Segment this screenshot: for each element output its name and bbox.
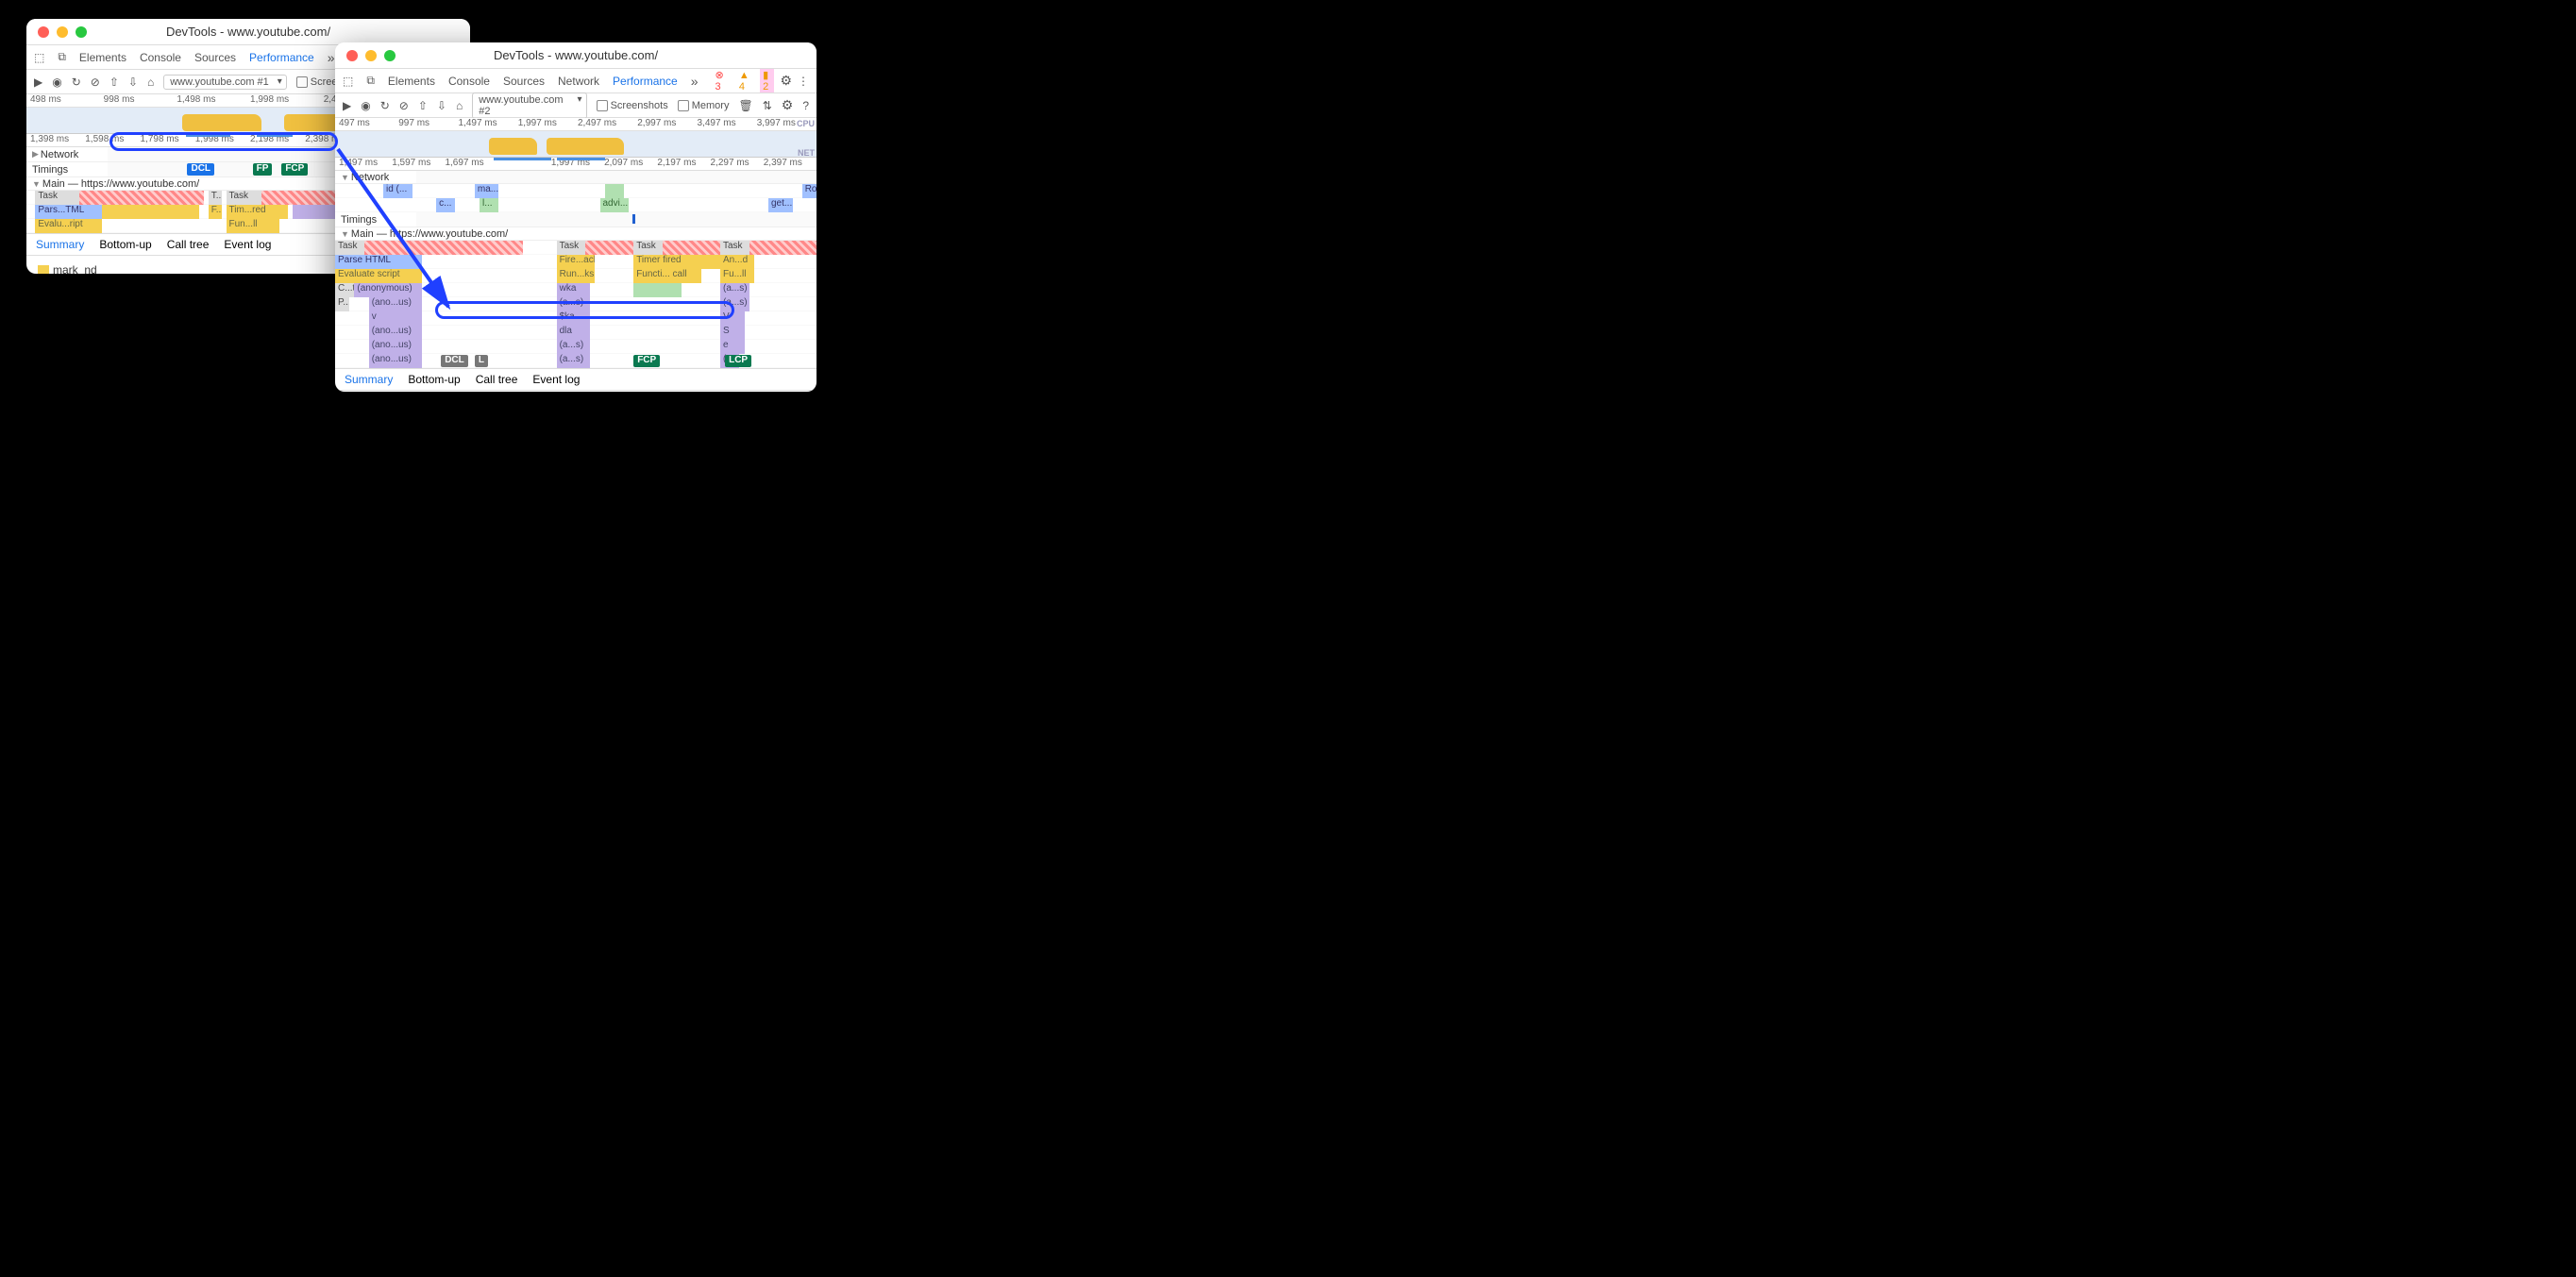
home-icon[interactable]: ⌂ [147,76,154,89]
tab-network[interactable]: Network [558,75,599,88]
flame-row-6[interactable]: (ano...us) dla S [335,326,817,340]
overview-ruler: 497 ms997 ms1,497 ms1,997 ms2,497 ms2,99… [335,118,817,131]
tab-sources[interactable]: Sources [194,51,236,64]
traffic-lights [38,26,87,38]
kebab-icon[interactable]: ⋮ [798,75,809,88]
recording-selector[interactable]: www.youtube.com #2 [472,92,586,119]
network-track-header[interactable]: ▼Network [335,171,817,184]
gc-icon[interactable]: 🗑 [738,99,752,112]
traffic-lights [346,50,396,61]
clear-icon[interactable]: ⊘ [91,76,100,89]
perf-toolbar: ▶ ◉ ↻ ⊘ ⇧ ⇩ ⌂ www.youtube.com #2 Screens… [335,93,817,118]
fp-marker[interactable]: FP [253,163,273,176]
help-icon[interactable]: ? [802,99,809,112]
flame-row-7[interactable]: (ano...us) (a...s) e [335,340,817,354]
tab-console[interactable]: Console [140,51,181,64]
flame-row-1[interactable]: Parse HTML Fire...ack Timer fired An...d [335,255,817,269]
net-label: NET [798,148,815,158]
tab-sources[interactable]: Sources [503,75,545,88]
upload-icon[interactable]: ⇧ [109,76,119,89]
recording-selector[interactable]: www.youtube.com #1 [163,75,287,90]
devtools-tabs: ⬚ ⧉ Elements Console Sources Network Per… [335,69,817,93]
tab-eventlog[interactable]: Event log [224,238,271,251]
clear-icon[interactable]: ⊘ [399,99,409,112]
fcp-marker[interactable]: FCP [281,163,308,176]
dcl-marker[interactable]: DCL [441,355,468,367]
network-row-2[interactable]: c... l... advi... get... [335,198,817,212]
issues-badge[interactable]: ▮ 2 [760,69,774,92]
flame-row-2[interactable]: Evaluate script Run...ks Functi... call … [335,269,817,283]
window-title: DevTools - www.youtube.com/ [494,48,658,62]
window-title: DevTools - www.youtube.com/ [166,25,330,39]
titlebar[interactable]: DevTools - www.youtube.com/ [26,19,470,45]
main-track-header[interactable]: ▼Main — https://www.youtube.com/ [335,227,817,241]
minimize-icon[interactable] [365,50,377,61]
warning-badge[interactable]: ▲ 4 [735,70,754,92]
overview-minimap[interactable]: NET [335,131,817,158]
shortcuts-icon[interactable]: ⇅ [763,99,772,112]
download-icon[interactable]: ⇩ [437,99,446,112]
tab-summary[interactable]: Summary [36,238,84,251]
fcp-marker[interactable]: FCP [633,355,660,367]
timings-track[interactable]: Timings [335,212,817,227]
devtools-window-2: DevTools - www.youtube.com/ ⬚ ⧉ Elements… [335,42,817,392]
device-icon[interactable]: ⧉ [58,50,66,64]
titlebar[interactable]: DevTools - www.youtube.com/ [335,42,817,69]
tab-eventlog[interactable]: Event log [532,373,580,386]
more-tabs-icon[interactable]: » [691,74,699,89]
error-badge[interactable]: ⊗ 3 [712,69,730,92]
record-icon[interactable]: ◉ [52,76,61,89]
tab-console[interactable]: Console [448,75,490,88]
flame-row-3[interactable]: C...t (anonymous) wka (a...s) [335,283,817,297]
close-icon[interactable] [346,50,358,61]
record-icon[interactable]: ◉ [361,99,370,112]
minimize-icon[interactable] [57,26,68,38]
screenshots-checkbox[interactable]: Screenshots [597,100,668,111]
download-icon[interactable]: ⇩ [128,76,138,89]
tab-calltree[interactable]: Call tree [476,373,518,386]
home-icon[interactable]: ⌂ [456,99,463,112]
tab-summary[interactable]: Summary [345,373,393,386]
tab-calltree[interactable]: Call tree [167,238,210,251]
maximize-icon[interactable] [384,50,396,61]
load-marker[interactable]: L [475,355,488,367]
dcl-marker[interactable]: DCL [187,163,214,176]
inspect-icon[interactable]: ⬚ [343,75,353,88]
reload-icon[interactable]: ↻ [72,76,81,89]
flame-row-4[interactable]: P... (ano...us) (a...s) (a...s) [335,297,817,311]
summary-pane: mark_nd Timestamp1,905.8 ms 3rd party en… [335,391,817,392]
tab-performance[interactable]: Performance [249,51,314,64]
maximize-icon[interactable] [76,26,87,38]
tab-elements[interactable]: Elements [79,51,126,64]
timing-tick [632,214,635,224]
toggle-record-icon[interactable]: ▶ [34,76,42,89]
inspect-icon[interactable]: ⬚ [34,51,44,64]
flame-row-8[interactable]: (ano...us) DCL L (a...s) FCP (a...s) LCP [335,354,817,368]
network-row-1[interactable]: id (... ma... Ro [335,184,817,198]
tab-bottomup[interactable]: Bottom-up [99,238,151,251]
tab-bottomup[interactable]: Bottom-up [408,373,460,386]
flame-row-0[interactable]: Task Task Task Task [335,241,817,255]
tab-performance[interactable]: Performance [613,75,678,88]
color-swatch [38,265,49,274]
more-tabs-icon[interactable]: » [328,50,335,65]
settings-icon[interactable]: ⚙ [780,73,792,89]
flame-row-5[interactable]: v $ka V [335,311,817,326]
capture-settings-icon[interactable]: ⚙ [782,97,794,113]
tab-elements[interactable]: Elements [388,75,435,88]
lcp-marker[interactable]: LCP [725,355,751,367]
close-icon[interactable] [38,26,49,38]
toggle-record-icon[interactable]: ▶ [343,99,351,112]
reload-icon[interactable]: ↻ [380,99,390,112]
memory-checkbox[interactable]: Memory [678,100,730,111]
cpu-label: CPU [797,119,815,128]
device-icon[interactable]: ⧉ [366,74,375,88]
upload-icon[interactable]: ⇧ [418,99,428,112]
detail-tabs: Summary Bottom-up Call tree Event log [335,368,817,391]
summary-name: mark_nd [53,263,97,274]
